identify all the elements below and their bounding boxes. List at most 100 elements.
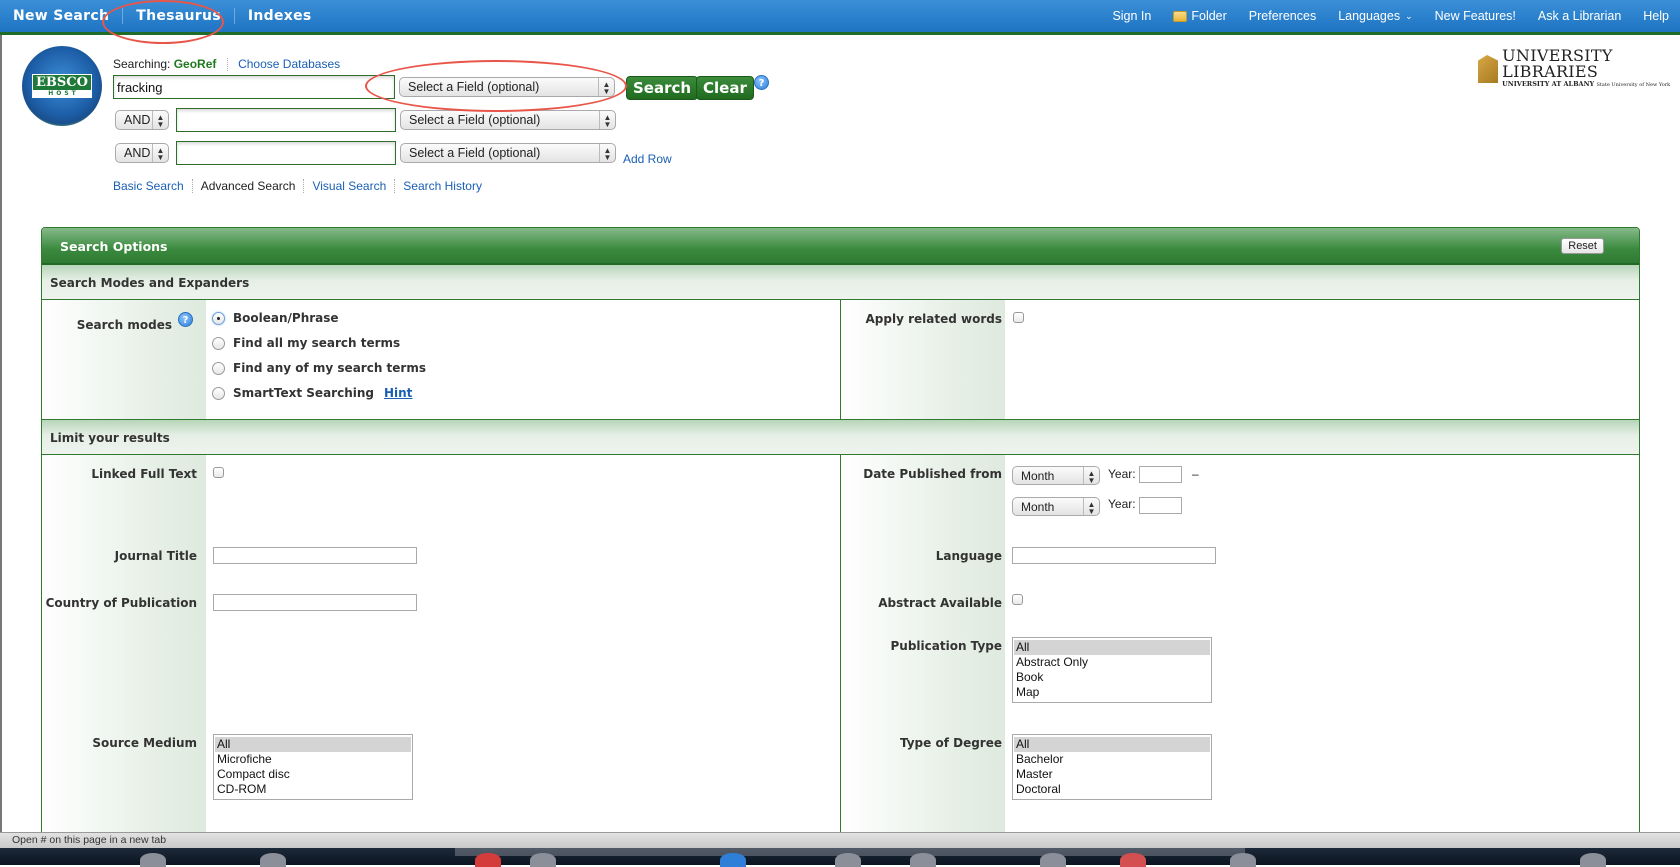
choose-databases-link[interactable]: Choose Databases: [238, 57, 340, 71]
listbox-option[interactable]: All: [215, 737, 411, 752]
radio-find-all[interactable]: Find all my search terms: [212, 336, 400, 350]
search-modes-section-header: Search Modes and Expanders: [42, 265, 1639, 300]
listbox-option[interactable]: Map: [1014, 685, 1210, 700]
field-select-2[interactable]: Select a Field (optional) ▲ ▼: [400, 110, 616, 130]
ebsco-badge: EBSCO HOST: [32, 74, 92, 98]
publication-type-listbox[interactable]: All Abstract Only Book Map: [1012, 637, 1212, 703]
listbox-option[interactable]: All: [1014, 737, 1210, 752]
folder-icon: [1173, 10, 1188, 22]
year-label: Year:: [1108, 497, 1136, 511]
field-select-1[interactable]: Select a Field (optional) ▲ ▼: [399, 77, 615, 97]
label-column: [42, 455, 206, 836]
type-of-degree-listbox[interactable]: All Bachelor Master Doctoral: [1012, 734, 1212, 800]
radio-smarttext[interactable]: SmartText Searching Hint: [212, 386, 412, 400]
apply-related-words-checkbox[interactable]: [1013, 312, 1024, 323]
language-input[interactable]: [1012, 547, 1216, 564]
listbox-option[interactable]: All: [1014, 640, 1210, 655]
nav-thesaurus[interactable]: Thesaurus: [123, 8, 235, 24]
listbox-option[interactable]: Abstract Only: [1014, 655, 1210, 670]
search-modes-help-icon[interactable]: ?: [178, 312, 193, 327]
reset-button[interactable]: Reset: [1561, 238, 1604, 254]
search-input-1[interactable]: [113, 75, 395, 99]
country-of-publication-label: Country of Publication: [45, 596, 197, 610]
search-input-3[interactable]: [176, 141, 396, 165]
listbox-option[interactable]: Compact disc: [215, 767, 411, 782]
nav-new-search[interactable]: New Search: [0, 8, 124, 24]
radio-selected-icon: [212, 311, 225, 325]
university-libraries-logo[interactable]: UNIVERSITY LIBRARIES UNIVERSITY AT ALBAN…: [1478, 48, 1680, 90]
radio-label: SmartText Searching: [233, 386, 374, 400]
listbox-option[interactable]: Book: [1014, 670, 1210, 685]
radio-label: Find any of my search terms: [233, 361, 426, 375]
top-nav-right: Sign In Folder Preferences Languages ⌄ Ne…: [1101, 0, 1680, 32]
visual-search-link[interactable]: Visual Search: [312, 179, 386, 193]
database-name: GeoRef: [173, 57, 217, 71]
radio-find-any[interactable]: Find any of my search terms: [212, 361, 426, 375]
divider: [226, 58, 228, 72]
search-history-link[interactable]: Search History: [403, 179, 482, 193]
nav-ask-librarian[interactable]: Ask a Librarian: [1527, 9, 1632, 23]
help-icon[interactable]: ?: [754, 75, 769, 90]
linked-full-text-checkbox[interactable]: [213, 467, 224, 478]
nav-preferences[interactable]: Preferences: [1238, 9, 1327, 23]
chevron-down-icon: ⌄: [1405, 10, 1413, 21]
basic-search-link[interactable]: Basic Search: [113, 179, 184, 193]
date-to-month-select[interactable]: Month ▲ ▼: [1012, 497, 1100, 516]
column-divider: [840, 455, 841, 836]
search-modes-label: Search modes: [76, 318, 172, 332]
country-of-publication-input[interactable]: [213, 594, 417, 611]
nav-languages[interactable]: Languages ⌄: [1327, 9, 1423, 23]
listbox-option[interactable]: Master: [1014, 767, 1210, 782]
field-select-2-value: Select a Field (optional): [409, 113, 541, 127]
date-range-dash: –: [1192, 467, 1199, 481]
nav-folder[interactable]: Folder: [1162, 9, 1237, 23]
search-input-2[interactable]: [176, 108, 396, 132]
select-arrows-icon: ▲ ▼: [599, 111, 615, 129]
radio-unselected-icon: [212, 386, 225, 400]
radio-label: Find all my search terms: [233, 336, 401, 350]
hint-link[interactable]: Hint: [384, 386, 412, 400]
listbox-option[interactable]: CD-ROM: [215, 782, 411, 797]
listbox-option[interactable]: Bachelor: [1014, 752, 1210, 767]
date-to-year-input[interactable]: [1139, 497, 1182, 514]
divider: [394, 179, 396, 193]
source-medium-label: Source Medium: [92, 736, 197, 750]
top-nav-bar: New Search Thesaurus Indexes Sign In Fol…: [0, 0, 1680, 35]
journal-title-input[interactable]: [213, 547, 417, 564]
nav-sign-in[interactable]: Sign In: [1101, 9, 1162, 23]
select-arrows-icon: ▲ ▼: [599, 144, 615, 162]
date-from-month-select[interactable]: Month ▲ ▼: [1012, 466, 1100, 485]
boolean-operator-select-2[interactable]: AND ▲ ▼: [115, 110, 169, 130]
search-button[interactable]: Search: [626, 76, 699, 100]
select-arrows-icon: ▲ ▼: [598, 78, 614, 96]
ebsco-host-logo[interactable]: EBSCO HOST: [22, 46, 102, 126]
nav-indexes[interactable]: Indexes: [235, 8, 325, 24]
search-modes-row: Search modes ? Boolean/Phrase Find all m…: [42, 300, 1639, 420]
listbox-option[interactable]: Microfiche: [215, 752, 411, 767]
date-published-label: Date Published from: [863, 467, 1002, 481]
field-select-3-value: Select a Field (optional): [409, 146, 541, 160]
searching-label: Searching:: [113, 57, 171, 71]
source-medium-listbox[interactable]: All Microfiche Compact disc CD-ROM: [213, 734, 413, 800]
add-row-link[interactable]: Add Row: [623, 152, 672, 166]
clear-button[interactable]: Clear: [696, 76, 754, 100]
nav-new-features[interactable]: New Features!: [1424, 9, 1527, 23]
date-from-year-input[interactable]: [1139, 466, 1182, 483]
field-select-3[interactable]: Select a Field (optional) ▲ ▼: [400, 143, 616, 163]
field-select-1-value: Select a Field (optional): [408, 80, 540, 94]
type-of-degree-label: Type of Degree: [899, 736, 1002, 750]
month-value: Month: [1021, 500, 1055, 514]
top-nav-left: New Search Thesaurus Indexes: [0, 0, 325, 32]
listbox-option[interactable]: Doctoral: [1014, 782, 1210, 797]
radio-unselected-icon: [212, 361, 225, 375]
language-label: Language: [935, 549, 1002, 563]
publication-type-label: Publication Type: [890, 639, 1003, 653]
nav-help[interactable]: Help: [1632, 9, 1680, 23]
abstract-available-label: Abstract Available: [878, 596, 1002, 610]
radio-boolean-phrase[interactable]: Boolean/Phrase: [212, 311, 339, 325]
divider: [191, 179, 193, 193]
boolean-operator-select-3[interactable]: AND ▲ ▼: [115, 143, 169, 163]
column-divider: [840, 300, 841, 419]
window-edge: [0, 35, 2, 832]
abstract-available-checkbox[interactable]: [1012, 594, 1023, 605]
